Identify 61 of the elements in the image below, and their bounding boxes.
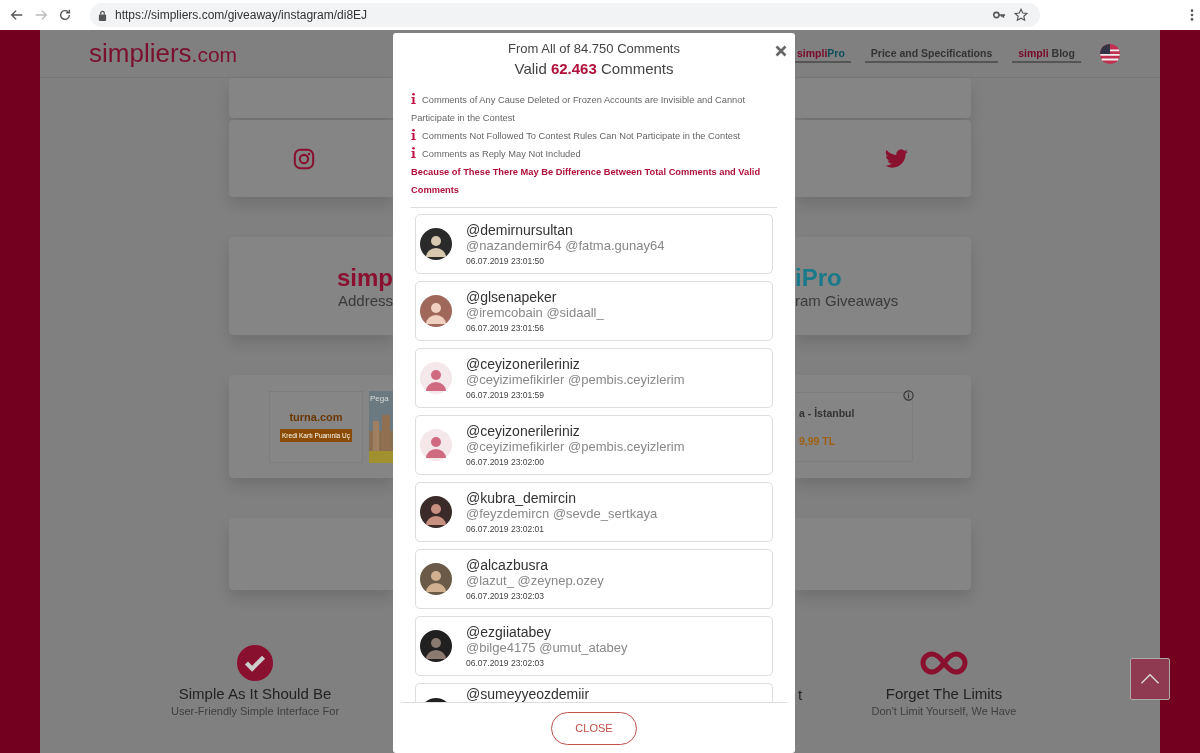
chevron-up-icon bbox=[1139, 673, 1161, 685]
info-mark-icon bbox=[411, 129, 416, 140]
feature-title: t bbox=[798, 686, 803, 703]
info-mark-icon bbox=[411, 93, 416, 104]
feature-subtitle: Don't Limit Yourself, We Have bbox=[871, 705, 1017, 717]
username[interactable]: @ceyizonerileriniz bbox=[466, 356, 685, 372]
feature-title: Simple As It Should Be bbox=[178, 685, 332, 702]
valid-comments: Valid 62.463 Comments bbox=[514, 60, 674, 77]
mentions: @ceyizimefikirler @pembis.ceyizlerim bbox=[466, 439, 685, 454]
star-icon[interactable] bbox=[1014, 8, 1028, 22]
promo-subtitle: Address bbox=[337, 291, 393, 309]
timestamp: 06.07.2019 23:02:03 bbox=[466, 591, 545, 601]
promo-title: iPro bbox=[795, 263, 843, 292]
username[interactable]: @ezgiiatabey bbox=[466, 624, 628, 640]
promo-subtitle: ram Giveaways bbox=[795, 291, 900, 309]
warning-text: Because of These There May Be Difference Between Total Comments and Valid Comments bbox=[411, 166, 762, 197]
username[interactable]: @kubra_demircin bbox=[466, 490, 658, 506]
mentions: @ceyizimefikirler @pembis.ceyizlerim bbox=[466, 372, 685, 387]
info-icon[interactable] bbox=[903, 390, 914, 401]
note-text: Comments as Reply May Not Included bbox=[411, 145, 777, 163]
info-mark-icon bbox=[411, 147, 416, 158]
username[interactable]: @ceyizonerileriniz bbox=[466, 423, 685, 439]
mentions: @nazandemir64 @fatma.gunay64 bbox=[466, 238, 665, 253]
feature-title: Forget The Limits bbox=[885, 685, 1003, 702]
back-icon[interactable] bbox=[10, 8, 24, 22]
scroll-top-button[interactable] bbox=[1130, 658, 1170, 700]
ad-price: 9,99 TL bbox=[799, 434, 837, 447]
mentions: @feyzdemircn @sevde_sertkaya bbox=[466, 506, 658, 521]
username[interactable]: @alcazbusra bbox=[466, 557, 604, 573]
promo-title: simp bbox=[337, 263, 393, 292]
timestamp: 06.07.2019 23:02:00 bbox=[466, 457, 545, 467]
total-comments: From All of 84.750 Comments bbox=[508, 41, 680, 56]
timestamp: 06.07.2019 23:01:59 bbox=[466, 390, 545, 400]
address-bar[interactable]: https://simpliers.com/giveaway/instagram/di8EJ bbox=[90, 3, 1040, 27]
close-button[interactable]: CLOSE bbox=[551, 711, 637, 745]
infinity-icon bbox=[919, 651, 969, 675]
check-circle-icon bbox=[236, 644, 274, 682]
note-text: Comments of Any Cause Deleted or Frozen Accounts are Invisible and Cannot Participate in the Contest bbox=[411, 92, 746, 125]
close-icon[interactable] bbox=[775, 45, 787, 57]
reload-icon[interactable] bbox=[58, 8, 72, 22]
menu-icon[interactable] bbox=[1190, 8, 1194, 22]
note-text: Comments Not Followed To Contest Rules Can Not Participate in the Contest bbox=[411, 127, 777, 145]
globe-flag-icon[interactable] bbox=[1098, 42, 1121, 65]
timestamp: 06.07.2019 23:02:01 bbox=[466, 524, 545, 534]
mentions: @lazut_ @zeynep.ozey bbox=[466, 573, 604, 588]
timestamp: 06.07.2019 23:01:50 bbox=[466, 256, 545, 266]
mentions: @bilge4175 @umut_atabey bbox=[466, 640, 628, 655]
username[interactable]: @demirnursultan bbox=[466, 222, 665, 238]
turna-logo: turna.com bbox=[289, 411, 343, 423]
ad-label: Pega bbox=[370, 393, 389, 403]
mentions: @iremcobain @sidaall_ bbox=[466, 305, 604, 320]
timestamp: 06.07.2019 23:01:56 bbox=[466, 323, 545, 333]
username[interactable]: @glsenapeker bbox=[466, 289, 604, 305]
timestamp: 06.07.2019 23:02:03 bbox=[466, 658, 545, 668]
feature-subtitle: User-Friendly Simple Interface For bbox=[170, 705, 340, 717]
lock-icon bbox=[98, 9, 107, 21]
url-text: https://simpliers.com/giveaway/instagram/di8EJ bbox=[115, 8, 368, 22]
username[interactable]: @sumeyyeozdemiir bbox=[466, 686, 590, 702]
twitter-bird-icon[interactable] bbox=[885, 148, 909, 169]
instagram-icon[interactable] bbox=[293, 147, 315, 170]
ad-title: a - İstanbul bbox=[799, 406, 856, 419]
